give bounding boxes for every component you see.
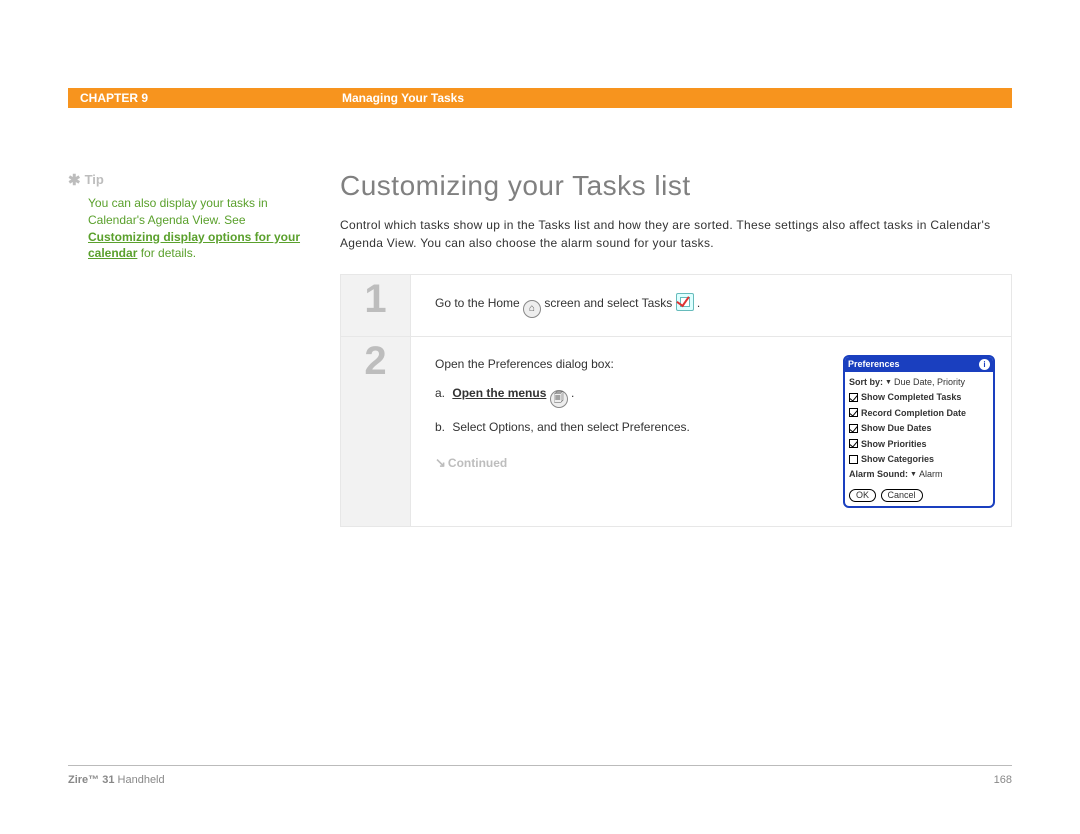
step-body: Open the Preferences dialog box: a. Open… (411, 337, 1011, 526)
step1-text-a: Go to the Home (435, 296, 523, 310)
alarm-value: Alarm (919, 467, 943, 481)
chapter-header: CHAPTER 9 Managing Your Tasks (68, 88, 1012, 108)
step-body: Go to the Home ⌂ screen and select Tasks… (411, 275, 1011, 336)
step-row: 1 Go to the Home ⌂ screen and select Tas… (341, 275, 1011, 337)
continued-label: ↘Continued (435, 453, 825, 474)
product-name: Zire™ 31 Handheld (68, 774, 165, 786)
tip-text-1: You can also display your tasks in Calen… (88, 196, 268, 227)
checkbox-icon[interactable] (849, 439, 858, 448)
prefs-title-text: Preferences (848, 357, 900, 372)
sub-b-text: Select Options, and then select Preferen… (452, 420, 689, 434)
prefs-check-row[interactable]: Show Categories (849, 452, 989, 466)
tip-sidebar: ✱ Tip You can also display your tasks in … (68, 170, 340, 527)
page-footer: Zire™ 31 Handheld 168 (68, 765, 1012, 786)
prefs-check-row[interactable]: Show Due Dates (849, 421, 989, 435)
home-icon: ⌂ (523, 300, 541, 318)
check-label: Record Completion Date (861, 406, 966, 420)
dropdown-icon: ▼ (910, 469, 917, 480)
checkbox-icon[interactable] (849, 393, 858, 402)
checkbox-icon[interactable] (849, 455, 858, 464)
step-row: 2 Open the Preferences dialog box: a. Op… (341, 337, 1011, 526)
info-icon[interactable]: i (979, 359, 990, 370)
chapter-title: Managing Your Tasks (342, 88, 1012, 108)
step2-sub-b: b. Select Options, and then select Prefe… (435, 418, 825, 437)
tip-text-2: for details. (137, 246, 196, 260)
tip-body: You can also display your tasks in Calen… (68, 195, 310, 262)
prefs-check-row[interactable]: Show Priorities (849, 437, 989, 451)
check-label: Show Categories (861, 452, 934, 466)
intro-paragraph: Control which tasks show up in the Tasks… (340, 216, 1012, 252)
continued-arrow-icon: ↘ (435, 455, 446, 470)
checkbox-icon[interactable] (849, 408, 858, 417)
continued-text: Continued (448, 456, 507, 470)
prefs-titlebar: Preferences i (845, 357, 993, 372)
prefs-check-row[interactable]: Record Completion Date (849, 406, 989, 420)
alarm-label: Alarm Sound: (849, 467, 908, 481)
main-content: Customizing your Tasks list Control whic… (340, 170, 1012, 527)
sortby-value: Due Date, Priority (894, 375, 965, 389)
ok-button[interactable]: OK (849, 489, 876, 502)
step1-text-b: screen and select Tasks (544, 296, 675, 310)
sub-a-prefix: a. (435, 386, 445, 400)
check-label: Show Completed Tasks (861, 390, 961, 404)
check-label: Show Due Dates (861, 421, 932, 435)
check-label: Show Priorities (861, 437, 927, 451)
open-menus-link[interactable]: Open the menus (452, 386, 546, 400)
prefs-sortby-row[interactable]: Sort by: ▼ Due Date, Priority (849, 375, 989, 389)
tip-label: Tip (85, 172, 104, 187)
dropdown-icon: ▼ (885, 377, 892, 388)
chapter-number: CHAPTER 9 (68, 88, 342, 108)
preferences-dialog: Preferences i Sort by: ▼ Due Date, Prior… (843, 355, 995, 508)
cancel-button[interactable]: Cancel (881, 489, 923, 502)
menu-icon: 🗐 (550, 390, 568, 408)
page-number: 168 (994, 774, 1012, 786)
product-rest: Handheld (114, 774, 164, 786)
prefs-alarm-row[interactable]: Alarm Sound: ▼ Alarm (849, 467, 989, 481)
steps-container: 1 Go to the Home ⌂ screen and select Tas… (340, 274, 1012, 527)
sub-a-suffix: . (568, 386, 575, 400)
prefs-check-row[interactable]: Show Completed Tasks (849, 390, 989, 404)
product-bold: Zire™ 31 (68, 774, 114, 786)
sub-b-prefix: b. (435, 420, 445, 434)
step2-sub-a: a. Open the menus 🗐 . (435, 384, 825, 408)
tasks-icon (676, 293, 694, 311)
sortby-label: Sort by: (849, 375, 883, 389)
step-number: 1 (341, 275, 411, 336)
step1-text-c: . (697, 296, 700, 310)
checkbox-icon[interactable] (849, 424, 858, 433)
page-heading: Customizing your Tasks list (340, 170, 1012, 202)
asterisk-icon: ✱ (68, 172, 81, 189)
step-number: 2 (341, 337, 411, 526)
step2-lead: Open the Preferences dialog box: (435, 355, 825, 374)
tip-heading: ✱ Tip (68, 170, 310, 191)
